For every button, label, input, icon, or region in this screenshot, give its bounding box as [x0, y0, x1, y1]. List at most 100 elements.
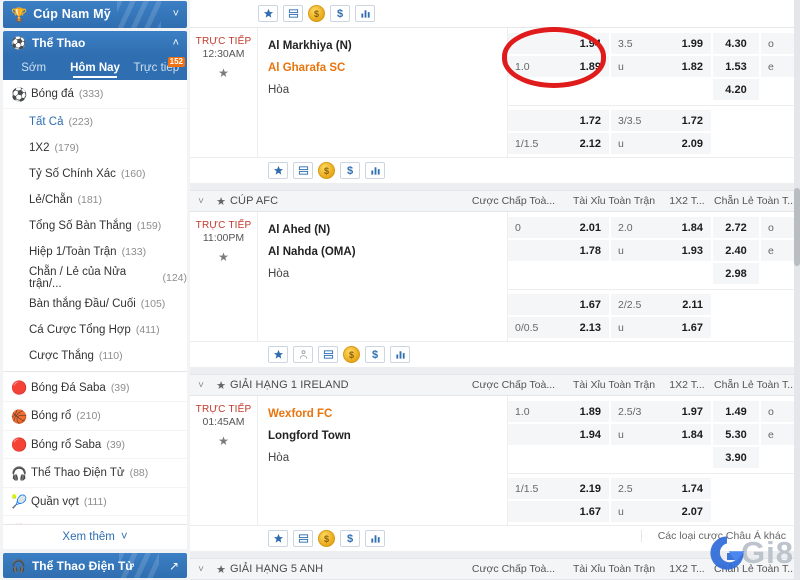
- sidebar-item-hiep1-toan-tran[interactable]: Hiệp 1/Toàn Trận (133): [3, 239, 187, 265]
- dollar-icon[interactable]: $: [365, 346, 385, 363]
- star-icon[interactable]: [268, 346, 288, 363]
- external-link-icon[interactable]: ↗: [169, 559, 179, 573]
- favorite-star-icon[interactable]: ★: [212, 563, 230, 576]
- star-icon[interactable]: [268, 530, 288, 547]
- odds-cell-under2[interactable]: u 1.67: [611, 317, 711, 338]
- odds-cell-over2[interactable]: 2.5 1.74: [611, 478, 711, 499]
- odds-cell-handicap2-away[interactable]: 1/1.5 2.12: [508, 133, 609, 154]
- away-team-name[interactable]: Al Nahda (OMA): [268, 241, 507, 263]
- bar-chart-icon[interactable]: [365, 530, 385, 547]
- league-header-afc[interactable]: ˅ ★ CÚP AFC Cược Chấp Toà... Tài Xỉu Toà…: [190, 190, 800, 212]
- odds-cell-under2[interactable]: u 2.09: [611, 133, 711, 154]
- dollar-icon[interactable]: $: [330, 5, 350, 22]
- odds-cell-handicap2-away[interactable]: 1.67: [508, 501, 609, 522]
- odds-cell-1x2-draw[interactable]: 5.30: [713, 424, 759, 445]
- odds-cell-handicap-away[interactable]: 1.94: [508, 424, 609, 445]
- odds-cell-over[interactable]: 2.0 1.84: [611, 217, 711, 238]
- coin-icon[interactable]: $: [318, 162, 335, 179]
- vertical-scrollbar[interactable]: [794, 0, 800, 580]
- odds-cell-1x2-home[interactable]: 1.49: [713, 401, 759, 422]
- sidebar-item-ty-so-chinh-xac[interactable]: Tỷ Số Chính Xác (160): [3, 161, 187, 187]
- odds-cell-under[interactable]: u 1.82: [611, 56, 711, 77]
- odds-cell-1x2-draw[interactable]: 2.40: [713, 240, 759, 261]
- odds-cell-1x2-draw[interactable]: 1.53: [713, 56, 759, 77]
- sidebar-item-ban-thang-dau-cuoi[interactable]: Bàn thắng Đầu/ Cuối (105): [3, 291, 187, 317]
- sidebar-item-quan-vot[interactable]: 🎾 Quần vợt (111): [3, 488, 187, 517]
- favorite-star-icon[interactable]: ★: [190, 250, 257, 264]
- favorite-star-icon[interactable]: ★: [212, 379, 230, 392]
- list-icon[interactable]: [318, 346, 338, 363]
- chevron-down-icon[interactable]: ˅: [190, 196, 212, 207]
- dollar-icon[interactable]: $: [340, 530, 360, 547]
- odds-cell-handicap-away[interactable]: 1.0 1.89: [508, 56, 609, 77]
- home-team-name[interactable]: Al Markhiya (N): [268, 35, 507, 57]
- tab-hom-nay[interactable]: Hôm Nay: [64, 56, 125, 81]
- sidebar-item-bong-ro[interactable]: 🏀 Bóng rổ (210): [3, 402, 187, 431]
- person-icon[interactable]: [293, 346, 313, 363]
- odds-cell-handicap2-away[interactable]: 0/0.5 2.13: [508, 317, 609, 338]
- star-icon[interactable]: [258, 5, 278, 22]
- sidebar-item-cuoc-thang[interactable]: Cược Thắng (110): [3, 343, 187, 369]
- odds-cell-handicap2-home[interactable]: 1/1.5 2.19: [508, 478, 609, 499]
- scrollbar-thumb[interactable]: [794, 188, 800, 266]
- odds-cell-under[interactable]: u 1.93: [611, 240, 711, 261]
- tab-som[interactable]: Sớm: [3, 56, 64, 81]
- sidebar-item-chan-le-nua-tran[interactable]: Chẵn / Lẻ của Nửa trận/... (124): [3, 265, 187, 291]
- sidebar-item-bong-da[interactable]: ⚽ Bóng đá (333): [3, 80, 187, 109]
- odds-cell-handicap-home[interactable]: 1.94: [508, 33, 609, 54]
- list-icon[interactable]: [293, 530, 313, 547]
- odds-cell-handicap2-home[interactable]: 1.72: [508, 110, 609, 131]
- odds-cell-under[interactable]: u 1.84: [611, 424, 711, 445]
- odds-cell-handicap-away[interactable]: 1.78: [508, 240, 609, 261]
- coin-icon[interactable]: $: [343, 346, 360, 363]
- sidebar-sport-header[interactable]: ⚽ Thể Thao ˄: [3, 30, 187, 56]
- sidebar-item-tong-so-ban-thang[interactable]: Tổng Số Bàn Thắng (159): [3, 213, 187, 239]
- sidebar-item-1x2[interactable]: 1X2 (179): [3, 135, 187, 161]
- chevron-down-icon[interactable]: ˅: [190, 564, 212, 575]
- sidebar-item-bong-da-saba[interactable]: 🔴 Bóng Đá Saba (39): [3, 374, 187, 403]
- list-icon[interactable]: [283, 5, 303, 22]
- odds-cell-over[interactable]: 2.5/3 1.97: [611, 401, 711, 422]
- sidebar-item-the-thao-dien-tu[interactable]: 🎧 Thể Thao Điện Tử (88): [3, 459, 187, 488]
- sidebar-item-ca-cuoc-tong-hop[interactable]: Cá Cược Tổng Hợp (411): [3, 317, 187, 343]
- sidebar-banner-copa[interactable]: 🏆 Cúp Nam Mỹ ˅: [3, 1, 187, 28]
- dollar-icon[interactable]: $: [340, 162, 360, 179]
- bar-chart-icon[interactable]: [390, 346, 410, 363]
- show-more-button[interactable]: Xem thêm ˅: [3, 524, 187, 550]
- coin-icon[interactable]: $: [308, 5, 325, 22]
- odds-cell-1x2-away[interactable]: 3.90: [713, 447, 759, 468]
- sidebar-item-le-chan[interactable]: Lẻ/Chẵn (181): [3, 187, 187, 213]
- chevron-down-icon[interactable]: ˅: [173, 8, 179, 20]
- bar-chart-icon[interactable]: [365, 162, 385, 179]
- chevron-up-icon[interactable]: ˄: [173, 37, 179, 49]
- odds-cell-1x2-away[interactable]: 4.20: [713, 79, 759, 100]
- away-team-name[interactable]: Al Gharafa SC: [268, 57, 507, 79]
- odds-cell-handicap-home[interactable]: 0 2.01: [508, 217, 609, 238]
- league-header-ireland[interactable]: ˅ ★ GIẢI HẠNG 1 IRELAND Cược Chấp Toà...…: [190, 374, 800, 396]
- odds-cell-under2[interactable]: u 2.07: [611, 501, 711, 522]
- sidebar-item-bong-ro-saba[interactable]: 🔴 Bóng rổ Saba (39): [3, 431, 187, 460]
- favorite-star-icon[interactable]: ★: [190, 434, 257, 448]
- sidebar-banner-esports[interactable]: 🎧 Thể Thao Điện Tử ↗: [3, 553, 187, 578]
- odds-cell-over[interactable]: 3.5 1.99: [611, 33, 711, 54]
- chevron-down-icon[interactable]: ˅: [190, 380, 212, 391]
- odds-cell-1x2-away[interactable]: 2.98: [713, 263, 759, 284]
- star-icon[interactable]: [268, 162, 288, 179]
- odds-cell-handicap2-home[interactable]: 1.67: [508, 294, 609, 315]
- away-team-name[interactable]: Longford Town: [268, 425, 507, 447]
- sidebar-item-tat-ca[interactable]: Tất Cả (223): [3, 109, 187, 135]
- list-icon[interactable]: [293, 162, 313, 179]
- sidebar-item-bong-ban[interactable]: 🏓 Bóng bàn (390): [3, 516, 187, 525]
- tab-truc-tiep[interactable]: Trực tiếp 152: [126, 56, 187, 81]
- favorite-star-icon[interactable]: ★: [190, 66, 257, 80]
- odds-cell-1x2-home[interactable]: 2.72: [713, 217, 759, 238]
- odds-cell-over2[interactable]: 3/3.5 1.72: [611, 110, 711, 131]
- odds-cell-1x2-home[interactable]: 4.30: [713, 33, 759, 54]
- favorite-star-icon[interactable]: ★: [212, 195, 230, 208]
- coin-icon[interactable]: $: [318, 530, 335, 547]
- home-team-name[interactable]: Wexford FC: [268, 403, 507, 425]
- home-team-name[interactable]: Al Ahed (N): [268, 219, 507, 241]
- odds-cell-handicap-home[interactable]: 1.0 1.89: [508, 401, 609, 422]
- odds-cell-over2[interactable]: 2/2.5 2.11: [611, 294, 711, 315]
- bar-chart-icon[interactable]: [355, 5, 375, 22]
